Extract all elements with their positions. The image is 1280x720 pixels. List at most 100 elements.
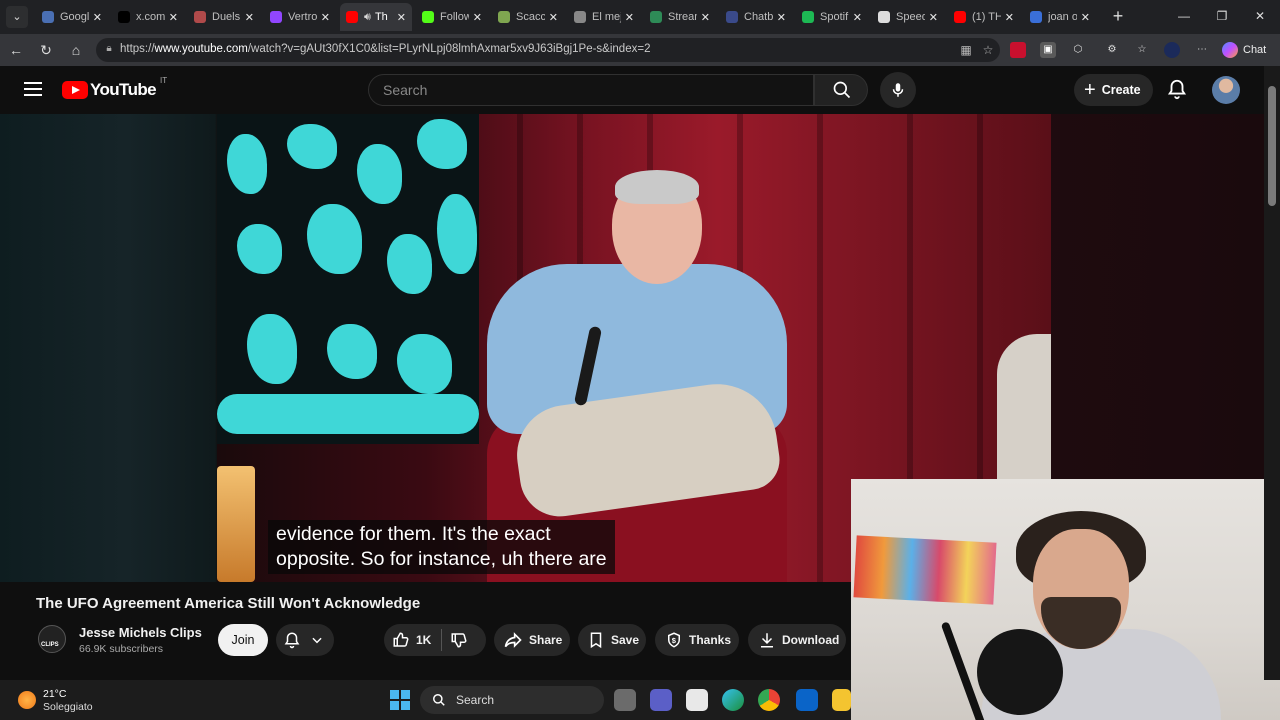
sun-icon[interactable] (18, 691, 36, 709)
channel-name[interactable]: Jesse Michels Clips (79, 625, 202, 640)
caption-line-1: evidence for them. It's the exact (276, 523, 551, 545)
more-menu-icon[interactable]: ⋯ (1194, 42, 1210, 58)
youtube-logo[interactable]: YouTube IT (62, 76, 167, 100)
svg-text:$: $ (672, 636, 677, 645)
task-view-icon[interactable] (614, 689, 636, 711)
file-explorer-icon[interactable] (832, 689, 851, 711)
taskbar-search[interactable]: Search (420, 686, 604, 714)
menu-icon[interactable] (24, 82, 42, 96)
close-tab-icon[interactable]: ✕ (397, 11, 406, 24)
speaker-icon[interactable]: 🔊︎ (364, 11, 371, 24)
share-icon (504, 632, 522, 648)
outlook-icon[interactable] (796, 689, 818, 711)
thanks-button[interactable]: $ Thanks (655, 624, 739, 656)
like-count[interactable]: 1K (416, 633, 431, 647)
close-tab-icon[interactable]: ✕ (473, 11, 482, 24)
share-button[interactable]: Share (494, 624, 570, 656)
close-tab-icon[interactable]: ✕ (245, 11, 254, 24)
copilot-chat-button[interactable]: Chat (1222, 40, 1266, 60)
favorite-star-icon[interactable]: ☆ (980, 42, 996, 58)
extensions-icon[interactable]: ⬡ (1070, 42, 1086, 58)
browser-tab[interactable]: El mej ✕ (568, 3, 640, 31)
tab-title: Googl (60, 11, 89, 23)
scrollbar-thumb[interactable] (1268, 86, 1276, 206)
browser-tab[interactable]: 🔊︎ Th ✕ (340, 3, 412, 31)
join-button[interactable]: Join (218, 624, 268, 656)
edge-icon[interactable] (722, 689, 744, 711)
subscription-notifications-button[interactable] (276, 624, 334, 656)
weather-temperature[interactable]: 21°C (43, 688, 66, 700)
thanks-icon: $ (668, 632, 680, 648)
browser-essentials-icon[interactable]: ⚙ (1104, 42, 1120, 58)
browser-tab[interactable]: Vertro ✕ (264, 3, 336, 31)
create-button[interactable]: + Create (1074, 74, 1153, 106)
new-tab-button[interactable]: + (1108, 6, 1128, 26)
youtube-icon (954, 11, 966, 23)
save-button[interactable]: Save (578, 624, 646, 656)
close-tab-icon[interactable]: ✕ (549, 11, 558, 24)
extension-red-icon[interactable] (1010, 42, 1026, 58)
profile-icon[interactable] (1164, 42, 1180, 58)
teams-icon[interactable] (650, 689, 672, 711)
close-window-button[interactable]: ✕ (1250, 6, 1270, 26)
subscriber-count: 66.9K subscribers (79, 643, 164, 655)
tab-actions-menu-button[interactable]: ⌄ (6, 6, 28, 28)
tab-title: x.com/ (136, 11, 165, 23)
refresh-button[interactable]: ↻ (36, 40, 56, 60)
candle-image (217, 466, 255, 582)
notifications-bell-icon[interactable] (1166, 78, 1190, 102)
browser-tab[interactable]: x.com/ ✕ (112, 3, 184, 31)
pop-filter (977, 629, 1063, 715)
close-tab-icon[interactable]: ✕ (93, 11, 102, 24)
extension-counter-icon[interactable]: ▣ (1040, 42, 1056, 58)
close-tab-icon[interactable]: ✕ (321, 11, 330, 24)
thanks-label: Thanks (689, 633, 732, 647)
close-tab-icon[interactable]: ✕ (929, 11, 938, 24)
close-tab-icon[interactable]: ✕ (625, 11, 634, 24)
browser-tab[interactable]: Duels ✕ (188, 3, 260, 31)
close-tab-icon[interactable]: ✕ (701, 11, 710, 24)
home-button[interactable]: ⌂ (66, 40, 86, 60)
download-button[interactable]: Download (748, 624, 846, 656)
caption-line-2: opposite. So for instance, uh there are (276, 548, 607, 570)
browser-tab[interactable]: Spotif ✕ (796, 3, 868, 31)
favorites-icon[interactable]: ☆ (1134, 42, 1150, 58)
search-input[interactable] (368, 74, 814, 106)
tab-title: Duels (212, 11, 241, 23)
browser-tab[interactable]: joan o ✕ (1024, 3, 1096, 31)
chrome-icon[interactable] (758, 689, 780, 711)
page-scrollbar[interactable] (1264, 66, 1280, 680)
restore-button[interactable]: ❐ (1212, 6, 1232, 26)
close-tab-icon[interactable]: ✕ (1005, 11, 1014, 24)
channel-avatar[interactable]: CLIPS (38, 625, 66, 653)
minimize-button[interactable]: — (1174, 6, 1194, 26)
back-button[interactable]: ← (6, 40, 26, 60)
voice-search-button[interactable] (880, 72, 916, 108)
country-code: IT (160, 75, 168, 85)
tab-title: Follow (440, 11, 469, 23)
account-avatar[interactable] (1212, 76, 1240, 104)
like-icon[interactable] (392, 631, 410, 649)
app-available-icon[interactable]: ▦ (958, 42, 974, 58)
close-tab-icon[interactable]: ✕ (169, 11, 178, 24)
windows-start-icon[interactable] (390, 690, 410, 710)
browser-tab[interactable]: Follow ✕ (416, 3, 488, 31)
dislike-icon[interactable] (450, 631, 468, 649)
close-tab-icon[interactable]: ✕ (853, 11, 862, 24)
address-bar[interactable]: 🔒︎ https://www.youtube.com/watch?v=gAUt3… (96, 38, 1000, 62)
close-tab-icon[interactable]: ✕ (1081, 11, 1090, 24)
close-tab-icon[interactable]: ✕ (777, 11, 786, 24)
store-icon[interactable] (686, 689, 708, 711)
create-label: Create (1101, 83, 1141, 97)
browser-tab[interactable]: (1) TH ✕ (948, 3, 1020, 31)
browser-tab[interactable]: Chatb ✕ (720, 3, 792, 31)
browser-tab[interactable]: Googl ✕ (36, 3, 108, 31)
tab-title: Scacc (516, 11, 545, 23)
url-text: https://www.youtube.com/watch?v=gAUt30fX… (120, 43, 651, 55)
weather-description[interactable]: Soleggiato (43, 701, 93, 713)
browser-tab[interactable]: Strean ✕ (644, 3, 716, 31)
browser-tab[interactable]: Scacc ✕ (492, 3, 564, 31)
browser-tab[interactable]: Speed ✕ (872, 3, 944, 31)
site-info-icon[interactable]: 🔒︎ (102, 42, 116, 56)
search-button[interactable] (814, 74, 868, 106)
